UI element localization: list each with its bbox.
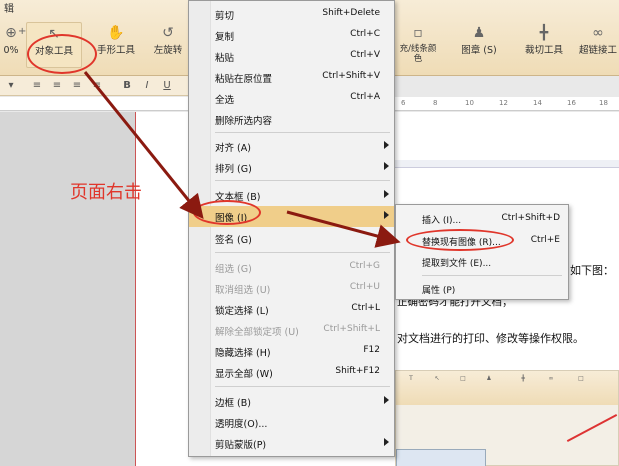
menu-item-show-all[interactable]: 显示全部 (W) Shift+F12 [189, 362, 394, 383]
submenu-arrow-icon [384, 162, 389, 170]
rotate-left-button[interactable]: ↺ 左旋转 [148, 22, 188, 68]
hand-icon: ✋ [107, 25, 125, 41]
thumbnail-toolbar: T ↖ □ ♟ ╋ ∞ □ [396, 371, 618, 405]
image-submenu: 插入 (I)... Ctrl+Shift+D 替换现有图像 (R)... Ctr… [395, 204, 569, 300]
submenu-item-insert[interactable]: 插入 (I)... Ctrl+Shift+D [396, 209, 568, 229]
menu-item-align[interactable]: 对齐 (A) [189, 136, 394, 157]
submenu-arrow-icon [384, 438, 389, 446]
crop-tool-button[interactable]: ╋ 裁切工具 [519, 22, 569, 68]
menu-item-cut[interactable]: 剪切 Shift+Delete [189, 4, 394, 25]
menu-item-arrange[interactable]: 排列 (G) [189, 157, 394, 178]
menu-item-lock-selection[interactable]: 锁定选择 (L) Ctrl+L [189, 299, 394, 320]
ruler: 6 8 10 12 14 16 18 [395, 97, 619, 111]
thumbnail-icon: ♟ [486, 375, 492, 382]
rotate-left-icon: ↺ [162, 25, 174, 41]
menu-item-ungroup[interactable]: 取消组选 (U) Ctrl+U [189, 278, 394, 299]
stamp-button[interactable]: ♟ 图章 (S) [452, 22, 506, 68]
submenu-arrow-icon [384, 190, 389, 198]
thumbnail-icon: ╋ [521, 375, 525, 382]
page-divider [395, 160, 619, 168]
menu-separator [422, 275, 562, 276]
submenu-arrow-icon [384, 141, 389, 149]
menu-separator [215, 132, 390, 133]
stamp-icon: ♟ [472, 25, 486, 41]
highlight-ellipse [406, 229, 514, 251]
link-icon: ∞ [592, 25, 604, 41]
fill-color-button[interactable]: ▫ 充/线条颜 色 [393, 22, 443, 68]
menu-item-paste[interactable]: 粘贴 Ctrl+V [189, 46, 394, 67]
underline-button[interactable]: U [160, 79, 174, 93]
menu-item-clipping-mask[interactable]: 剪贴蒙版(P) [189, 433, 394, 454]
crop-icon: ╋ [539, 25, 549, 41]
menu-item-hide-selection[interactable]: 隐藏选择 (H) F12 [189, 341, 394, 362]
submenu-arrow-icon [384, 233, 389, 241]
menu-item-border[interactable]: 边框 (B) [189, 391, 394, 412]
submenu-item-extract-to-file[interactable]: 提取到文件 (E)... [396, 252, 568, 272]
align-right-icon[interactable]: ≡ [70, 79, 84, 93]
fill-color-icon: ▫ [413, 25, 423, 41]
menu-item-group[interactable]: 组选 (G) Ctrl+G [189, 257, 394, 278]
thumbnail-icon: □ [578, 375, 584, 382]
annotation-label: 页面右击 [70, 182, 142, 203]
highlight-ellipse [193, 200, 261, 225]
formatting-toolbar: ▾ ≡ ≡ ≡ ≡ B I U [0, 76, 188, 96]
thumbnail-icon: ↖ [434, 375, 440, 382]
bold-button[interactable]: B [120, 79, 134, 93]
menu-item-transparency[interactable]: 透明度(O)... [189, 412, 394, 433]
menu-item-copy[interactable]: 复制 Ctrl+C [189, 25, 394, 46]
menu-item-paste-in-place[interactable]: 粘贴在原位置 Ctrl+Shift+V [189, 67, 394, 88]
title-fragment: 辑 [4, 4, 14, 15]
align-center-icon[interactable]: ≡ [50, 79, 64, 93]
embedded-screenshot-image[interactable]: T ↖ □ ♟ ╋ ∞ □ [395, 370, 619, 466]
italic-button[interactable]: I [140, 79, 154, 93]
menu-separator [215, 386, 390, 387]
thumbnail-icon: □ [460, 375, 466, 382]
link-tool-button[interactable]: ∞ 超链接工 [577, 22, 619, 68]
document-background [0, 112, 135, 466]
highlight-ellipse [27, 34, 97, 74]
menu-separator [215, 252, 390, 253]
dropdown-arrow-icon[interactable]: ▾ [4, 79, 18, 93]
thumbnail-window [396, 449, 486, 466]
menu-item-unlock-all[interactable]: 解除全部锁定项 (U) Ctrl+Shift+L [189, 320, 394, 341]
submenu-item-properties[interactable]: 属性 (P) [396, 279, 568, 299]
justify-icon[interactable]: ≡ [90, 79, 104, 93]
menu-item-select-all[interactable]: 全选 Ctrl+A [189, 88, 394, 109]
menu-item-delete-selection[interactable]: 删除所选内容 [189, 109, 394, 130]
thumbnail-icon: T [409, 375, 413, 382]
thumbnail-icon: ∞ [548, 375, 554, 382]
menu-item-signature[interactable]: 签名 (G) [189, 228, 394, 249]
context-menu: 剪切 Shift+Delete 复制 Ctrl+C 粘贴 Ctrl+V 粘贴在原… [188, 0, 395, 457]
thumbnail-arrow [566, 413, 618, 443]
document-text-line: 对文档进行的打印、修改等操作权限。 [397, 332, 584, 345]
submenu-arrow-icon [384, 211, 389, 219]
align-left-icon[interactable]: ≡ [30, 79, 44, 93]
document-text-line: 如下图： [570, 264, 614, 277]
hand-tool-button[interactable]: ✋ 手形工具 [92, 22, 140, 68]
plus-fragment: + [18, 26, 27, 37]
submenu-arrow-icon [384, 396, 389, 404]
ruler [0, 97, 188, 111]
menu-separator [215, 180, 390, 181]
